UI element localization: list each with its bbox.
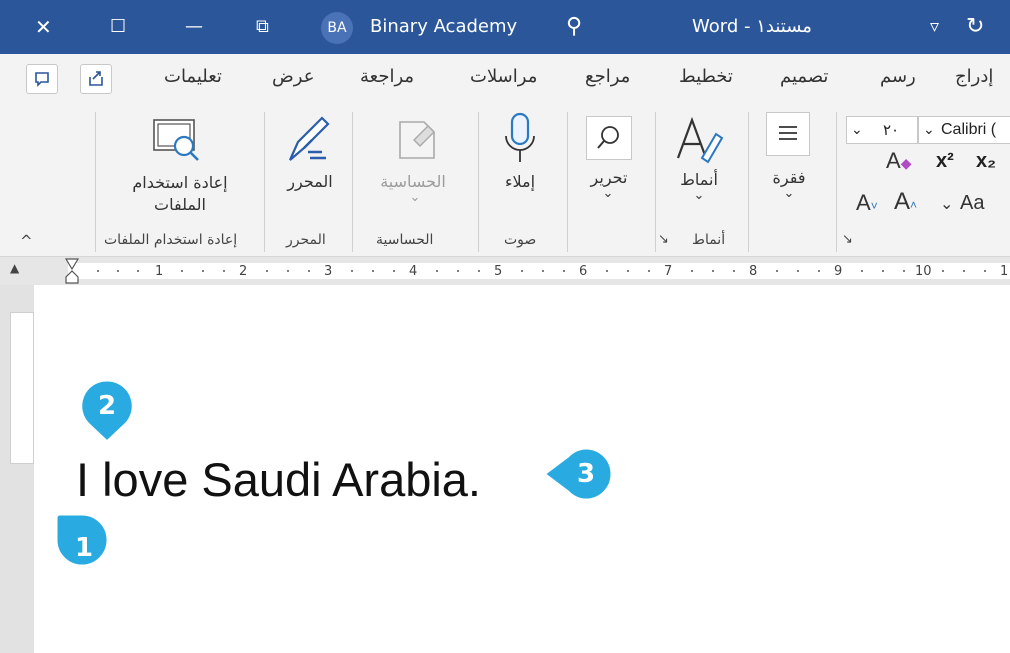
callout-1: 1 [52, 510, 112, 570]
tab-help[interactable]: تعليمات [164, 66, 222, 87]
close-icon[interactable]: ✕ [35, 0, 52, 54]
styles-button[interactable]: أنماط [672, 170, 726, 189]
paragraph-dropdown-icon[interactable]: ⌄ [782, 186, 796, 201]
search-icon [597, 126, 619, 149]
group-divider [748, 112, 749, 252]
change-case-button[interactable]: Aa [960, 192, 984, 215]
styles-launcher-icon[interactable]: ↘ [658, 232, 669, 247]
callout-2-number: 2 [97, 391, 117, 421]
subscript-button[interactable]: x₂ [976, 150, 996, 173]
tab-insert[interactable]: إدراج [955, 66, 993, 87]
align-icon [779, 126, 797, 140]
tab-layout[interactable]: تخطيط [679, 66, 733, 87]
group-label-sensitivity: الحساسية [376, 232, 434, 248]
tab-draw[interactable]: رسم [880, 66, 916, 87]
group-divider [836, 112, 837, 252]
editing-button[interactable]: تحرير [582, 168, 636, 187]
group-label-reuse-files: إعادة استخدام الملفات [104, 232, 238, 248]
callout-3-number: 3 [576, 459, 596, 489]
editor-button[interactable]: المحرر [280, 172, 340, 191]
document-title: Word - مستند١ [692, 16, 812, 37]
vertical-ruler[interactable] [10, 312, 34, 464]
tab-view[interactable]: عرض [272, 66, 314, 87]
callout-1-number: 1 [74, 533, 94, 563]
reuse-files-button[interactable]: إعادة استخدام الملفات [100, 172, 260, 216]
group-divider [264, 112, 265, 252]
ribbon-tabs: تعليمات عرض مراجعة مراسلات مراجع تخطيط ت… [0, 54, 1010, 104]
share-icon [89, 71, 103, 86]
paragraph-align-button[interactable] [766, 112, 810, 156]
clear-formatting-icon[interactable]: A◆ [886, 148, 911, 174]
maximize-icon[interactable]: ☐ [110, 0, 126, 54]
group-divider [567, 112, 568, 252]
document-text[interactable]: I love Saudi Arabia. [76, 452, 481, 507]
quick-access-dropdown-icon[interactable]: ▿ [930, 0, 939, 54]
tab-mailings[interactable]: مراسلات [470, 66, 537, 87]
grow-font-button[interactable]: A˄ [894, 188, 917, 216]
find-button[interactable] [586, 116, 632, 160]
editing-dropdown-icon[interactable]: ⌄ [601, 186, 615, 201]
sensitivity-button[interactable]: الحساسية [368, 172, 458, 191]
font-name-value[interactable]: Calibri ( [941, 117, 996, 143]
reuse-files-line1: إعادة استخدام [132, 173, 228, 192]
ruler-scroll-up-icon[interactable]: ▲ [10, 261, 19, 275]
sensitivity-dropdown-icon[interactable]: ⌄ [408, 190, 422, 205]
group-label-editor: المحرر [286, 232, 326, 248]
collapse-ribbon-icon[interactable]: ^ [20, 232, 33, 250]
tab-design[interactable]: تصميم [780, 66, 828, 87]
share-button[interactable] [80, 64, 112, 94]
comment-icon [35, 72, 49, 87]
font-name-dropdown-icon[interactable]: ⌄ [923, 117, 935, 143]
font-launcher-icon[interactable]: ↘ [842, 232, 853, 247]
ruler-ticks [97, 270, 986, 272]
paragraph-button[interactable]: فقرة [764, 168, 814, 187]
minimize-icon[interactable]: — [185, 0, 203, 54]
microphone-icon [505, 112, 535, 162]
search-icon[interactable]: ⚲ [566, 0, 582, 54]
dictate-button[interactable]: إملاء [496, 172, 544, 191]
callout-3: 3 [540, 444, 614, 504]
font-size-dropdown-icon[interactable]: ⌄ [851, 117, 863, 143]
callout-2: 2 [77, 376, 137, 445]
indent-marker-icon[interactable] [64, 257, 80, 285]
editor-pen-icon [288, 116, 330, 161]
title-bar: ✕ ☐ — ⧉ BA Binary Academy ⚲ Word - مستند… [0, 0, 1010, 54]
account-name[interactable]: Binary Academy [370, 0, 517, 54]
font-size-value[interactable]: ٢٠ [883, 117, 899, 143]
group-divider [95, 112, 96, 252]
change-case-dropdown-icon[interactable]: ⌄ [940, 194, 953, 213]
tab-references[interactable]: مراجع [585, 66, 630, 87]
font-size-box[interactable]: ⌄ ٢٠ [846, 116, 918, 144]
group-divider [655, 112, 656, 252]
group-divider [352, 112, 353, 252]
reuse-files-line2: الملفات [154, 195, 206, 214]
ribbon: ^ إعادة استخدام الملفات إعادة استخدام ال… [0, 104, 1010, 257]
undo-icon[interactable]: ↻ [966, 0, 984, 54]
font-name-box[interactable]: ⌄ Calibri ( [918, 116, 1010, 144]
comments-button[interactable] [26, 64, 58, 94]
shrink-font-button[interactable]: A˅ [856, 190, 878, 216]
superscript-button[interactable]: x² [936, 150, 954, 173]
horizontal-ruler[interactable]: ▲ 1 2 3 4 5 6 7 8 9 10 1 [0, 257, 1010, 285]
avatar[interactable]: BA [321, 12, 353, 44]
reuse-files-icon [153, 119, 199, 161]
tab-review[interactable]: مراجعة [360, 66, 414, 87]
ribbon-display-icon[interactable]: ⧉ [256, 0, 269, 54]
group-divider [478, 112, 479, 252]
group-label-voice: صوت [504, 232, 537, 248]
styles-dropdown-icon[interactable]: ⌄ [692, 188, 706, 203]
styles-icon [676, 116, 724, 164]
group-label-styles: أنماط [692, 232, 726, 248]
sensitivity-icon [399, 121, 435, 159]
